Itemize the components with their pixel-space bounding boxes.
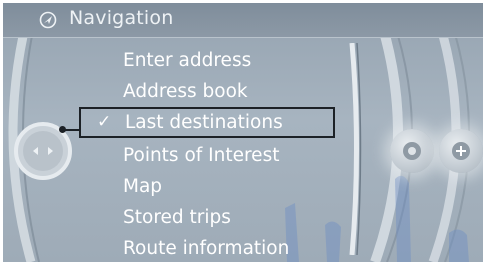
menu-item-label: Map [123,176,163,197]
menu-item-stored-trips[interactable]: Stored trips [77,202,337,233]
title-bar: Navigation [3,3,483,38]
menu-item-label: Last destinations [125,112,283,133]
menu-item-label: Address book [123,81,248,102]
navigation-screen: Navigation Enter address Address book ✓ … [3,3,483,262]
menu-item-enter-address[interactable]: Enter address [77,45,337,76]
menu-item-last-destinations[interactable]: ✓ Last destinations [79,107,335,138]
menu-item-label: Stored trips [123,207,231,228]
checkmark-icon: ✓ [97,112,112,132]
menu-item-points-of-interest[interactable]: Points of Interest [77,140,337,171]
menu-item-label: Enter address [123,50,252,71]
navigation-menu: Enter address Address book ✓ Last destin… [77,45,337,262]
page-title: Navigation [69,7,174,29]
settings-button[interactable] [390,129,434,173]
navigation-icon [39,11,57,29]
scroll-indicator[interactable] [349,43,363,255]
menu-item-label: Points of Interest [123,145,280,166]
add-button[interactable] [439,129,483,173]
menu-item-route-information[interactable]: Route information [77,233,337,262]
plus-icon [452,142,470,160]
menu-item-address-book[interactable]: Address book [77,76,337,107]
selection-pointer-line [63,129,81,131]
settings-icon [403,142,421,160]
menu-item-label: Route information [123,238,290,259]
menu-item-map[interactable]: Map [77,171,337,202]
